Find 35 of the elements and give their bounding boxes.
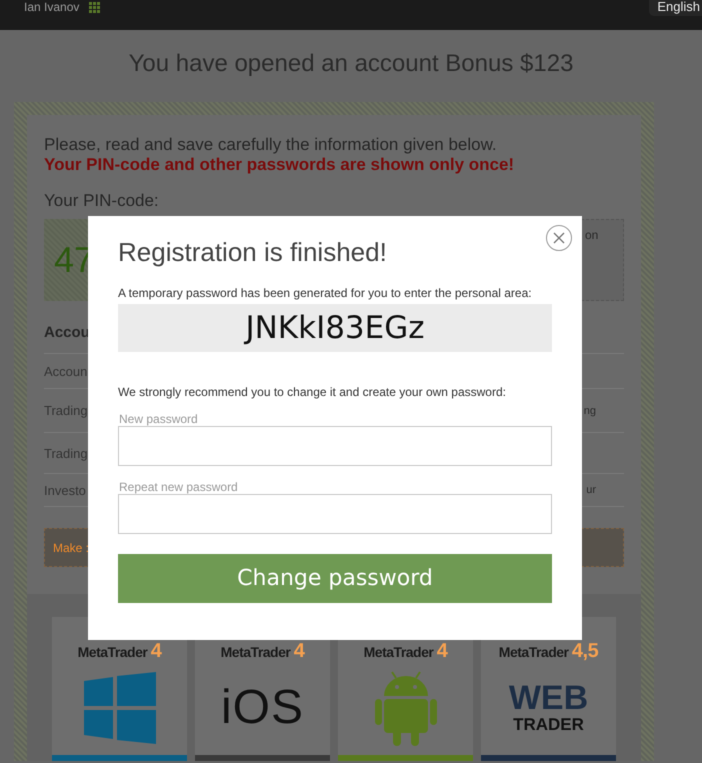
intro-text: A temporary password has been generated for you to enter the personal area:	[118, 286, 533, 300]
ios-logo: iOS	[220, 683, 304, 733]
trader-logo-text: TRADER	[513, 715, 584, 735]
user-name[interactable]: Ian Ivanov	[24, 0, 80, 14]
windows-logo-icon	[84, 672, 156, 744]
language-button[interactable]: English	[649, 0, 702, 16]
modal-title: Registration is finished!	[118, 236, 388, 268]
warning-text: Your PIN-code and other passwords are shown only once!	[44, 155, 516, 175]
web-logo-text: WEB	[508, 681, 588, 715]
field-label: New password	[118, 412, 199, 426]
android-logo-icon	[374, 670, 436, 746]
platform-label: MetaTrader 4	[78, 642, 162, 661]
change-password-button[interactable]: Change password	[118, 554, 552, 603]
row-label: Trading	[44, 403, 88, 418]
password-field[interactable]	[118, 494, 552, 534]
row-value: ur	[586, 484, 596, 496]
close-button[interactable]	[546, 225, 572, 251]
platform-label: MetaTrader 4	[220, 642, 304, 661]
close-icon	[553, 232, 565, 244]
row-label: Accoun	[44, 364, 88, 378]
apps-grid-icon[interactable]	[89, 2, 100, 13]
pin-label: Your PIN-code:	[44, 191, 160, 211]
recommend-text: We strongly recommend you to change it and create your own password:	[118, 385, 507, 399]
password-field[interactable]	[118, 426, 552, 466]
platform-label: MetaTrader 4	[364, 642, 448, 661]
field-label: Repeat new password	[118, 480, 239, 494]
tip-text: Make :	[53, 540, 90, 554]
notice-text: Please, read and save carefully the information given below.	[44, 135, 498, 155]
info-text: on	[585, 228, 598, 242]
page-title: You have opened an account Bonus $123	[128, 49, 574, 79]
temporary-password: JNKkI83EGz	[118, 304, 552, 352]
row-value: ng	[584, 404, 596, 416]
row-label: Trading	[44, 446, 88, 460]
platform-label: MetaTrader 4,5	[498, 642, 598, 661]
row-label: Investo	[44, 482, 86, 498]
